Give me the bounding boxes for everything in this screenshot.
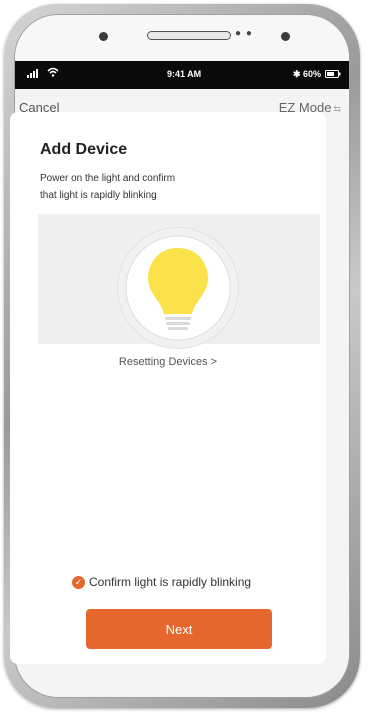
status-time: 9:41 AM xyxy=(167,69,202,79)
confirm-blinking-checkbox[interactable]: ✓ Confirm light is rapidly blinking xyxy=(72,575,252,590)
next-button[interactable]: Next xyxy=(86,609,272,649)
sensor-dots: ● ● xyxy=(235,28,253,39)
device-illustration xyxy=(38,214,320,348)
instruction-text: Power on the light and confirm that ligh… xyxy=(40,170,260,204)
instruction-line: Power on the light and confirm xyxy=(40,173,176,184)
check-circle-icon: ✓ xyxy=(72,576,85,590)
light-bulb-icon xyxy=(118,228,238,348)
phone-top-bezel: ● ● xyxy=(15,15,349,61)
instruction-line: that light is rapidly blinking xyxy=(40,190,157,201)
speaker-grille xyxy=(147,31,231,40)
wifi-icon xyxy=(47,67,59,79)
confirm-label: Confirm light is rapidly blinking xyxy=(89,575,252,589)
status-bar: 9:41 AM ✱ 60% xyxy=(15,61,349,89)
bluetooth-icon: ✱ xyxy=(293,69,301,79)
camera-icon xyxy=(99,32,108,41)
signal-icon xyxy=(27,69,41,80)
battery-percent: 60% xyxy=(303,69,322,79)
resetting-devices-link[interactable]: Resetting Devices > xyxy=(0,356,336,368)
page-title: Add Device xyxy=(40,141,128,158)
swap-arrows-icon: ⇆ xyxy=(333,104,341,114)
camera-icon xyxy=(281,32,290,41)
battery-icon xyxy=(325,70,341,80)
